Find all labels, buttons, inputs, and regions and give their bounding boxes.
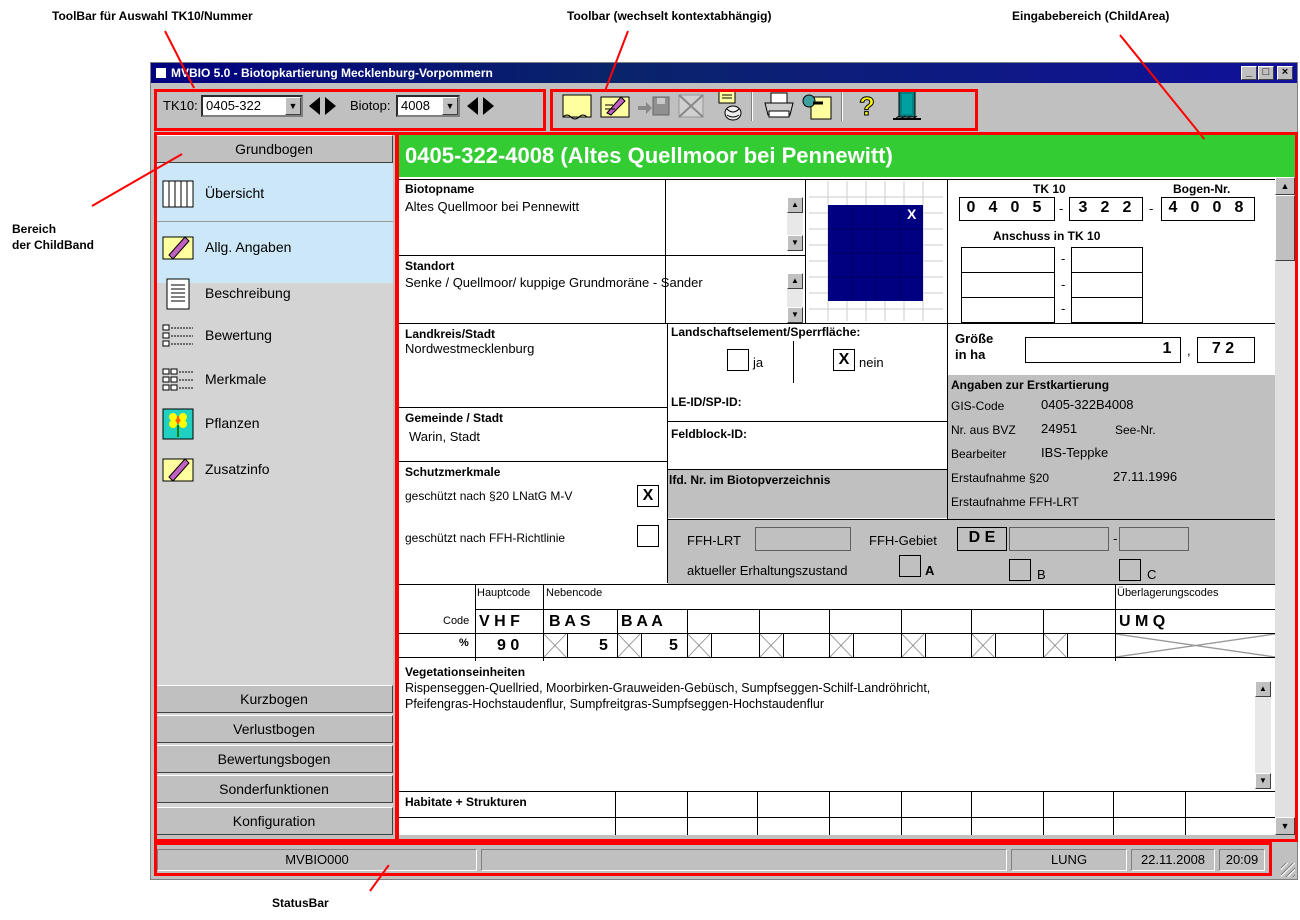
callout-childband-2: der ChildBand bbox=[12, 238, 95, 252]
annotation-box-statusbar bbox=[154, 842, 1272, 876]
annotation-box-toolbar bbox=[550, 89, 978, 131]
annotation-box-childband bbox=[154, 132, 398, 842]
app-icon bbox=[155, 67, 167, 79]
callout-toolbar-context: Toolbar (wechselt kontextabhängig) bbox=[567, 9, 772, 23]
callout-childarea: Eingabebereich (ChildArea) bbox=[1012, 9, 1170, 23]
annotation-box-childarea bbox=[396, 132, 1298, 842]
window-title: MVBIO 5.0 - Biotopkartierung Mecklenburg… bbox=[171, 66, 493, 80]
minimize-button[interactable]: _ bbox=[1241, 66, 1257, 80]
callout-toolbar-tk10: ToolBar für Auswahl TK10/Nummer bbox=[52, 9, 253, 23]
maximize-button[interactable]: □ bbox=[1258, 66, 1274, 80]
title-bar: MVBIO 5.0 - Biotopkartierung Mecklenburg… bbox=[151, 63, 1297, 83]
close-button[interactable]: × bbox=[1277, 66, 1293, 80]
resize-grip-icon[interactable] bbox=[1281, 863, 1295, 877]
callout-childband-1: Bereich bbox=[12, 222, 57, 236]
callout-statusbar: StatusBar bbox=[272, 896, 329, 910]
annotation-box-tk10 bbox=[154, 89, 546, 131]
